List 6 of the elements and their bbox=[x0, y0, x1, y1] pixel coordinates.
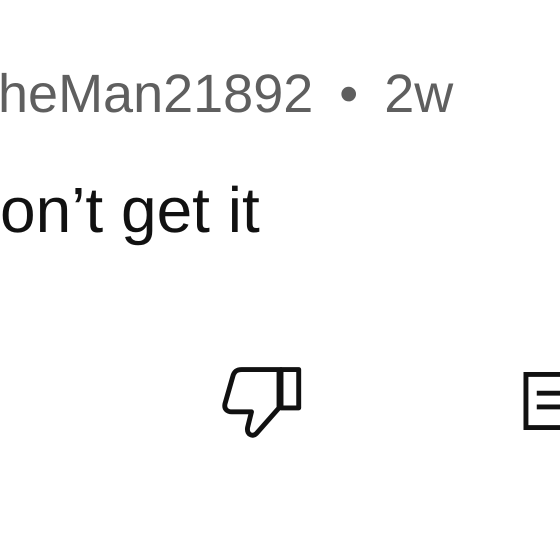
separator-dot: • bbox=[339, 63, 358, 126]
comment-icon[interactable] bbox=[522, 371, 560, 433]
thumbs-down-icon[interactable] bbox=[222, 364, 303, 440]
comment-text: on’t get it bbox=[0, 174, 261, 246]
username[interactable]: heMan21892 bbox=[0, 62, 314, 126]
comment-age: 2w bbox=[384, 63, 454, 126]
